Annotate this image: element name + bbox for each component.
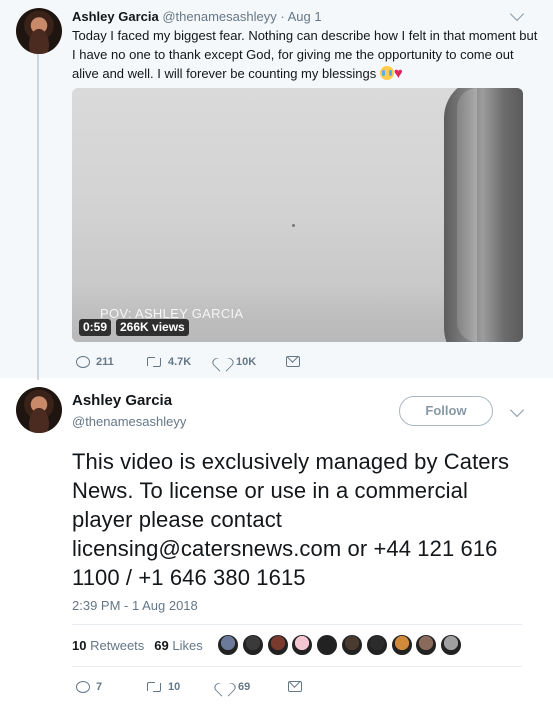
liker-avatar[interactable] <box>217 634 239 656</box>
tweet-header: Ashley Garcia @thenamesashleyy · Aug 1 <box>72 9 322 25</box>
video-player[interactable]: POV: ASHLEY GARCIA 0:59 266K views <box>72 88 523 342</box>
like-button[interactable]: 69 <box>218 680 288 693</box>
tweet-date[interactable]: Aug 1 <box>288 9 322 24</box>
reply-icon <box>76 355 90 368</box>
liker-avatar[interactable] <box>415 634 438 656</box>
envelope-icon <box>286 356 300 367</box>
heart-icon <box>216 355 230 368</box>
avatar[interactable] <box>16 8 62 54</box>
follow-button[interactable]: Follow <box>399 396 493 426</box>
retweets-stat[interactable]: 10 Retweets <box>72 638 144 653</box>
liker-avatar[interactable] <box>365 634 388 656</box>
retweet-button[interactable]: 4.7K <box>146 356 216 368</box>
crying-face-icon <box>379 66 394 80</box>
author-handle[interactable]: @thenamesashleyy <box>162 9 276 24</box>
retweets-count: 10 <box>72 638 87 653</box>
video-duration-badge: 0:59 <box>79 319 112 336</box>
likes-stat[interactable]: 69 Likes <box>154 638 202 653</box>
thread-connector <box>37 50 39 380</box>
liker-avatar[interactable] <box>390 634 413 656</box>
window-frame-highlight <box>457 88 477 342</box>
divider <box>72 624 522 625</box>
like-count: 10K <box>236 355 257 368</box>
retweets-label: Retweets <box>90 638 145 653</box>
liker-avatar[interactable] <box>266 634 289 656</box>
tweet-actions: 7 10 69 <box>76 680 302 693</box>
avatar[interactable] <box>16 387 62 433</box>
envelope-icon <box>288 681 302 692</box>
heart-icon <box>218 680 232 693</box>
video-speck <box>292 224 295 227</box>
liker-avatar[interactable] <box>340 634 363 656</box>
retweet-icon <box>146 681 162 693</box>
retweet-count: 10 <box>168 680 181 693</box>
tweet-timestamp[interactable]: 2:39 PM - 1 Aug 2018 <box>72 598 198 613</box>
tweet-stats: 10 Retweets 69 Likes <box>72 638 203 653</box>
chevron-down-icon[interactable] <box>509 402 525 418</box>
author-name[interactable]: Ashley Garcia <box>72 392 172 409</box>
likes-count: 69 <box>154 638 169 653</box>
tweet-actions: 211 4.7K 10K <box>76 355 300 368</box>
like-count: 69 <box>238 680 251 693</box>
window-frame <box>444 88 523 342</box>
video-views-badge: 266K views <box>116 319 189 336</box>
reply-count: 211 <box>96 355 114 368</box>
liker-avatar[interactable] <box>440 634 463 656</box>
reply-button[interactable]: 211 <box>76 355 146 368</box>
chevron-down-icon[interactable] <box>509 6 525 22</box>
reply-count: 7 <box>96 680 103 693</box>
liker-avatar[interactable] <box>291 634 314 656</box>
liker-avatar[interactable] <box>316 634 339 656</box>
like-button[interactable]: 10K <box>216 355 286 368</box>
tweet-text-body: Today I faced my biggest fear. Nothing c… <box>72 28 538 81</box>
retweet-button[interactable]: 10 <box>146 681 218 693</box>
divider <box>72 666 522 667</box>
tweet-text: Today I faced my biggest fear. Nothing c… <box>72 26 538 83</box>
separator-dot: · <box>280 9 285 24</box>
direct-message-button[interactable] <box>286 356 300 367</box>
red-heart-icon: ♥ <box>393 65 403 82</box>
reply-icon <box>76 680 90 693</box>
retweet-icon <box>146 356 162 368</box>
direct-message-button[interactable] <box>288 681 302 692</box>
tweet-text: This video is exclusively managed by Cat… <box>72 449 510 590</box>
reply-button[interactable]: 7 <box>76 680 146 693</box>
liker-avatar[interactable] <box>241 634 264 656</box>
author-handle[interactable]: @thenamesashleyy <box>72 414 186 429</box>
likes-label: Likes <box>172 638 203 653</box>
author-name[interactable]: Ashley Garcia <box>72 9 159 24</box>
liker-avatars <box>217 634 465 656</box>
retweet-count: 4.7K <box>168 355 192 368</box>
parent-tweet[interactable]: Ashley Garcia @thenamesashleyy · Aug 1 T… <box>0 0 553 380</box>
